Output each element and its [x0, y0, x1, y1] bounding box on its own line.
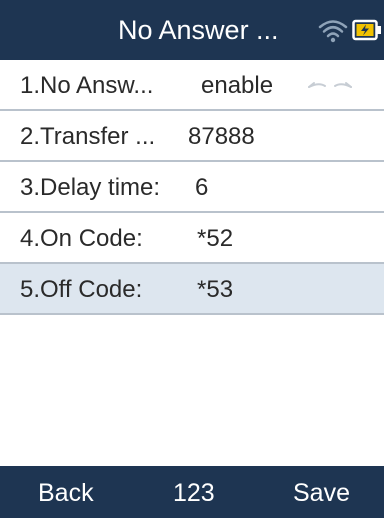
- phone-screen: No Answer ... 1.No Answ... enable 2.Tran…: [0, 0, 384, 518]
- menu-item-off-code[interactable]: 5.Off Code: *53: [0, 264, 384, 315]
- menu-item-value: 87888: [188, 123, 255, 150]
- settings-menu: 1.No Answ... enable 2.Transfer ... 87888…: [0, 60, 384, 315]
- menu-item-delay-time[interactable]: 3.Delay time: 6: [0, 162, 384, 213]
- battery-charging-icon: [352, 19, 381, 41]
- menu-item-transfer[interactable]: 2.Transfer ... 87888: [0, 111, 384, 162]
- menu-item-on-code[interactable]: 4.On Code: *52: [0, 213, 384, 264]
- menu-item-value: *52: [197, 225, 234, 252]
- menu-item-label: 2.Transfer ...: [20, 123, 156, 150]
- menu-item-value: enable: [201, 72, 274, 99]
- title-bar: No Answer ...: [0, 0, 384, 60]
- menu-item-label: 4.On Code:: [20, 225, 143, 252]
- menu-item-value: *53: [197, 276, 234, 303]
- menu-item-value: 6: [195, 174, 209, 201]
- save-button[interactable]: Save: [293, 478, 350, 508]
- left-right-arrows-icon[interactable]: [303, 72, 357, 98]
- softkey-bar: Back 123 Save: [0, 466, 384, 518]
- menu-item-no-answer[interactable]: 1.No Answ... enable: [0, 60, 384, 111]
- input-mode-button[interactable]: 123: [173, 478, 215, 508]
- menu-item-label: 3.Delay time:: [20, 174, 161, 201]
- back-button[interactable]: Back: [38, 478, 94, 508]
- menu-item-label: 5.Off Code:: [20, 276, 143, 303]
- page-title: No Answer ...: [118, 15, 279, 45]
- menu-item-label: 1.No Answ...: [20, 72, 154, 99]
- wifi-icon: [318, 20, 348, 43]
